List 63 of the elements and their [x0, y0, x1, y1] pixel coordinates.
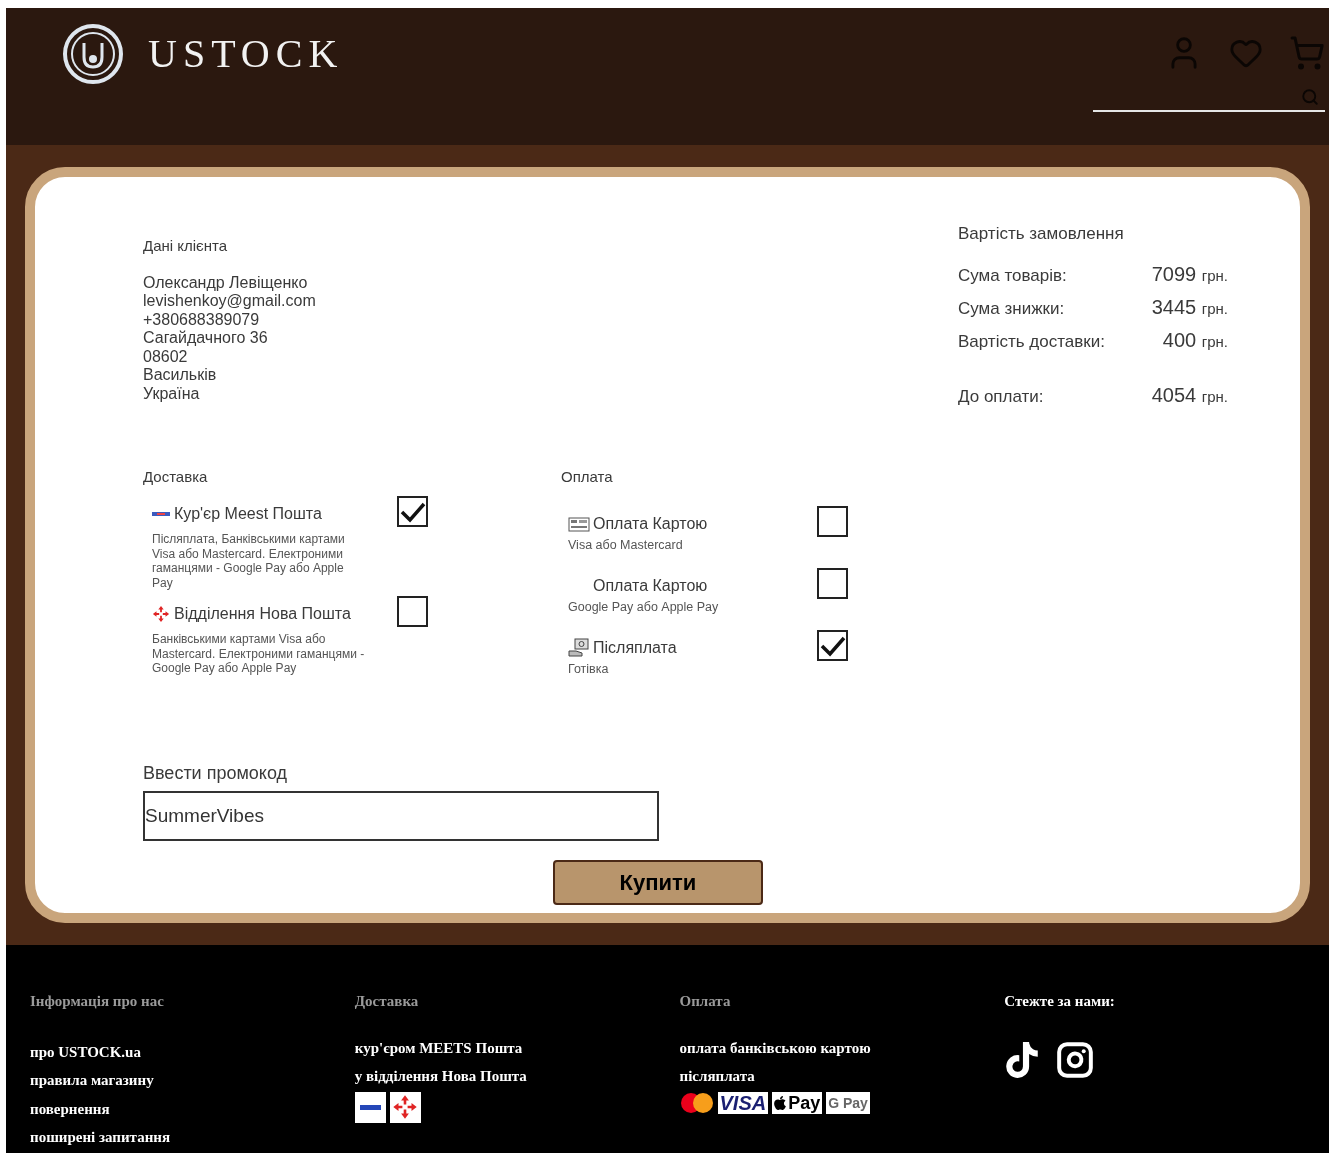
google-pay-logo: G Pay	[826, 1091, 870, 1114]
footer-link[interactable]: у відділення Нова Пошта	[354, 1065, 527, 1088]
meest-logo-icon	[354, 1091, 386, 1123]
checkbox[interactable]	[817, 506, 848, 537]
ustock-logo-icon	[62, 23, 124, 85]
delivery-option-title: Відділення Нова Пошта	[174, 604, 351, 624]
delivery-option-description: Післяплата, Банківськими картами Visa або Mastercard. Електроними гаманцями - Google Pay або Apple Pay	[152, 532, 346, 590]
summary-title: Вартість замовлення	[958, 223, 1125, 245]
footer-heading: Інформація про нас	[30, 992, 165, 1011]
checkbox[interactable]	[817, 568, 848, 599]
client-detail: Україна	[143, 384, 201, 403]
client-detail: +380688389079	[143, 310, 261, 329]
checkbox[interactable]	[397, 596, 428, 627]
section-title: Дані клієнта	[143, 236, 229, 256]
client-detail: Васильків	[143, 366, 218, 385]
instagram-icon[interactable]	[1056, 1040, 1095, 1079]
section-title: Доставка	[143, 466, 209, 487]
summary-label: Сума товарів:	[958, 264, 1068, 287]
client-detail: Олександр Левіщенко	[143, 273, 309, 292]
summary-value: 400 грн.	[1161, 327, 1228, 353]
summary-value: 3445 грн.	[1150, 294, 1228, 320]
client-detail: levishenkoy@gmail.com	[143, 292, 317, 311]
footer-link[interactable]: поширені запитання	[30, 1126, 171, 1149]
delivery-option-title: Кур'єр Meest Пошта	[174, 504, 322, 524]
card-icon	[568, 516, 590, 532]
payment-option-description: Google Pay або Apple Pay	[568, 599, 720, 616]
footer-heading: Доставка	[354, 992, 420, 1011]
client-detail: Сагайдачного 36	[143, 329, 269, 348]
promo-label: Ввести промокод	[143, 762, 289, 785]
footer-heading: Оплата	[679, 992, 732, 1011]
nova-poshta-logo-icon	[389, 1091, 421, 1123]
tiktok-icon[interactable]	[1004, 1041, 1041, 1078]
footer-link[interactable]: правила магазину	[30, 1069, 154, 1092]
summary-label: Вартість доставки:	[958, 330, 1106, 353]
payment-option-description: Visa або Mastercard	[568, 537, 684, 554]
summary-value: 7099 грн.	[1150, 261, 1228, 287]
checkbox[interactable]	[397, 496, 428, 527]
nova-poshta-logo-icon	[152, 605, 170, 623]
cash-hand-icon	[568, 638, 590, 658]
meest-logo-icon	[152, 511, 170, 517]
brand-name: USTOCK	[148, 30, 344, 78]
buy-button[interactable]: Купити	[553, 860, 763, 905]
payment-option-title: Оплата Картою	[593, 514, 708, 534]
summary-label: Сума знижки:	[958, 297, 1066, 320]
apple-pay-logo: Pay	[772, 1091, 823, 1114]
checkbox[interactable]	[817, 630, 848, 661]
footer-link[interactable]: післяплата	[679, 1065, 755, 1088]
footer-link[interactable]: оплата банківською картою	[679, 1036, 871, 1059]
client-detail: 08602	[143, 347, 189, 366]
delivery-option-description: Банківськими картами Visa або Mastercard. Електроними гаманцями - Google Pay або Apple Pay	[152, 632, 366, 676]
mastercard-logo-icon	[679, 1091, 714, 1114]
section-title: Оплата	[561, 466, 614, 487]
promo-code-field[interactable]: SummerVibes	[143, 791, 659, 841]
footer-link[interactable]: кур'єром MEETS Пошта	[354, 1036, 523, 1059]
footer-heading: Стежте за нами:	[1004, 992, 1116, 1011]
summary-label: До оплати:	[958, 385, 1045, 408]
payment-option-description: Готівка	[568, 661, 610, 678]
footer-link[interactable]: повернення	[30, 1097, 110, 1120]
payment-option-title: Післяплата	[593, 638, 677, 658]
payment-option-title: Оплата Картою	[593, 576, 708, 596]
footer-link[interactable]: про USTOCK.ua	[30, 1040, 141, 1063]
summary-value: 4054 грн.	[1150, 382, 1228, 408]
visa-logo: VISA	[717, 1091, 769, 1114]
